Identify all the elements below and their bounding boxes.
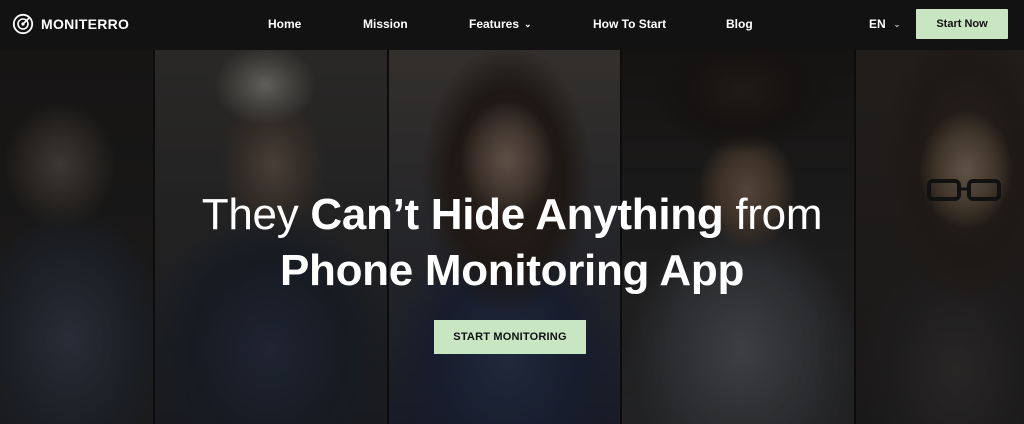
nav-features-label: Features: [469, 17, 520, 31]
radar-logo-icon: [12, 13, 34, 35]
language-label: EN: [869, 17, 886, 31]
nav-home[interactable]: Home: [268, 17, 301, 31]
start-now-button[interactable]: Start Now: [916, 9, 1008, 39]
nav-blog[interactable]: Blog: [726, 17, 753, 31]
brand-name: MONITERRO: [41, 16, 130, 32]
chevron-down-icon: ⌄: [524, 19, 532, 29]
hero-headline-line-1: They Can’t Hide Anything from: [201, 190, 823, 239]
language-selector[interactable]: EN ⌄: [869, 17, 900, 31]
brand-logo[interactable]: MONITERRO: [12, 13, 129, 35]
site-header: MONITERRO Home Mission Features ⌄ How To …: [0, 0, 1024, 50]
start-monitoring-button[interactable]: START MONITORING: [434, 320, 586, 354]
nav-how-to-start[interactable]: How To Start: [593, 17, 666, 31]
hero-headline-line-2: Phone Monitoring App: [279, 246, 745, 295]
nav-features[interactable]: Features ⌄: [469, 17, 532, 31]
chevron-down-icon: ⌄: [893, 20, 901, 29]
nav-mission[interactable]: Mission: [363, 17, 408, 31]
